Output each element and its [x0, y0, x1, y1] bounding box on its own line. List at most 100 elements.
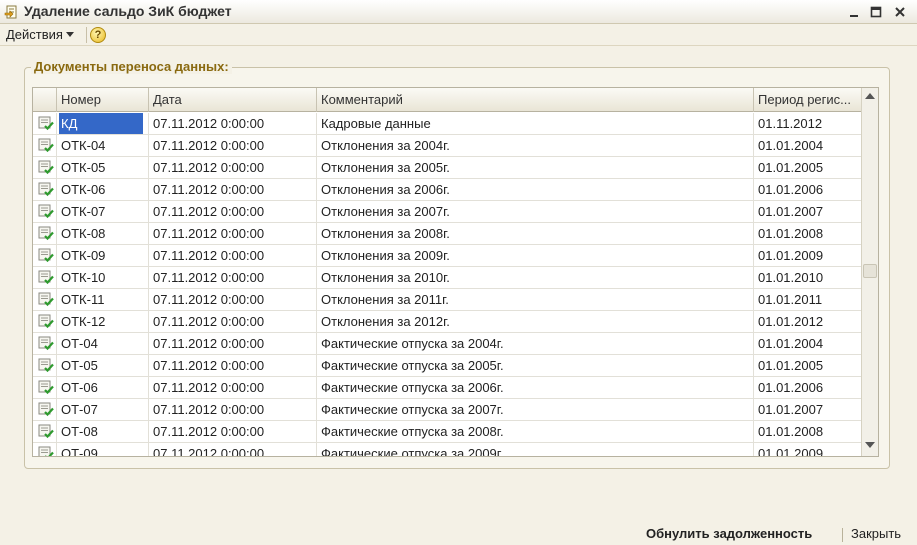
cell-comment-text: Фактические отпуска за 2004г. — [321, 336, 504, 351]
actions-menu-button[interactable]: Действия — [6, 27, 74, 42]
cell-comment-text: Фактические отпуска за 2009г. — [321, 446, 504, 457]
cell-period-text: 01.01.2004 — [758, 138, 824, 153]
cell-period: 01.01.2007 — [754, 399, 862, 420]
cell-period: 01.01.2010 — [754, 267, 862, 288]
close-window-button[interactable] — [892, 4, 908, 20]
document-posted-icon — [38, 226, 54, 241]
cell-comment: Отклонения за 2005г. — [317, 157, 754, 178]
cell-date-text: 07.11.2012 0:00:00 — [153, 358, 265, 373]
document-posted-icon — [38, 204, 54, 219]
chevron-down-icon — [65, 32, 74, 37]
cell-period-text: 01.01.2008 — [758, 226, 824, 241]
row-icon-cell — [33, 311, 57, 332]
cell-comment-text: Фактические отпуска за 2005г. — [321, 358, 504, 373]
cell-period-text: 01.01.2009 — [758, 248, 824, 263]
table-row[interactable]: ОТК-08 07.11.2012 0:00:00 Отклонения за 20… — [33, 223, 862, 245]
row-icon-cell — [33, 399, 57, 420]
header-period[interactable]: Период регис... — [754, 88, 862, 112]
table-row[interactable]: ОТ-05 07.11.2012 0:00:00 Фактические отпус… — [33, 355, 862, 377]
document-posted-icon — [38, 248, 54, 263]
cell-comment-text: Фактические отпуска за 2008г. — [321, 424, 504, 439]
cell-date: 07.11.2012 0:00:00 — [149, 245, 317, 266]
cell-number: ОТК-06 — [57, 179, 149, 200]
row-icon-cell — [33, 421, 57, 442]
minimize-button[interactable] — [846, 4, 862, 20]
cell-comment-text: Отклонения за 2012г. — [321, 314, 450, 329]
table-body: КД 07.11.2012 0:00:00 Кадровые данные 01.11… — [33, 113, 862, 457]
table-row[interactable]: ОТК-11 07.11.2012 0:00:00 Отклонения за 20… — [33, 289, 862, 311]
cell-date: 07.11.2012 0:00:00 — [149, 355, 317, 376]
row-icon-cell — [33, 443, 57, 456]
table-row[interactable]: ОТ-07 07.11.2012 0:00:00 Фактические отпус… — [33, 399, 862, 421]
scroll-up-icon[interactable] — [865, 93, 875, 99]
cell-period-text: 01.11.2012 — [758, 116, 823, 131]
cell-comment-text: Отклонения за 2007г. — [321, 204, 450, 219]
cell-number-text: ОТК-10 — [61, 270, 106, 285]
row-icon-cell — [33, 289, 57, 310]
cell-period-text: 01.01.2006 — [758, 182, 824, 197]
table-row[interactable]: ОТК-09 07.11.2012 0:00:00 Отклонения за 20… — [33, 245, 862, 267]
close-button[interactable]: Закрыть — [851, 526, 901, 541]
cell-period: 01.01.2004 — [754, 135, 862, 156]
cell-period-text: 01.01.2005 — [758, 160, 824, 175]
table-row[interactable]: ОТК-10 07.11.2012 0:00:00 Отклонения за 20… — [33, 267, 862, 289]
table-row[interactable]: ОТ-08 07.11.2012 0:00:00 Фактические отпус… — [33, 421, 862, 443]
document-posted-icon — [38, 138, 54, 153]
cell-period: 01.01.2005 — [754, 157, 862, 178]
table-row[interactable]: ОТК-06 07.11.2012 0:00:00 Отклонения за 20… — [33, 179, 862, 201]
table-header: Номер Дата Комментарий Период регис... — [33, 88, 862, 112]
table-row[interactable]: ОТК-12 07.11.2012 0:00:00 Отклонения за 20… — [33, 311, 862, 333]
cell-period-text: 01.01.2012 — [758, 314, 824, 329]
cell-comment-text: Фактические отпуска за 2006г. — [321, 380, 504, 395]
header-comment[interactable]: Комментарий — [317, 88, 754, 112]
document-posted-icon — [38, 182, 54, 197]
cell-number-text: ОТК-07 — [61, 204, 106, 219]
cell-date-text: 07.11.2012 0:00:00 — [153, 226, 265, 241]
table-row[interactable]: КД 07.11.2012 0:00:00 Кадровые данные 01.11… — [33, 113, 862, 135]
cell-comment-text: Кадровые данные — [321, 116, 431, 131]
reset-debt-button[interactable]: Обнулить задолженность — [646, 526, 812, 541]
cell-comment: Кадровые данные — [317, 113, 754, 134]
cell-number: ОТК-05 — [57, 157, 149, 178]
cell-date-text: 07.11.2012 0:00:00 — [153, 138, 265, 153]
header-date[interactable]: Дата — [149, 88, 317, 112]
cell-date: 07.11.2012 0:00:00 — [149, 223, 317, 244]
window-title: Удаление сальдо ЗиК бюджет — [24, 3, 232, 19]
table-row[interactable]: ОТ-06 07.11.2012 0:00:00 Фактические отпус… — [33, 377, 862, 399]
maximize-button[interactable] — [868, 4, 884, 20]
header-icon-column[interactable] — [33, 88, 57, 112]
cell-date-text: 07.11.2012 0:00:00 — [153, 424, 265, 439]
close-icon — [895, 7, 905, 17]
table-row[interactable]: ОТ-09 07.11.2012 0:00:00 Фактические отпус… — [33, 443, 862, 457]
documents-table[interactable]: Номер Дата Комментарий Период регис... К… — [32, 87, 879, 457]
help-icon: ? — [94, 29, 102, 41]
scroll-down-icon[interactable] — [865, 442, 875, 448]
document-posted-icon — [38, 160, 54, 175]
document-posted-icon — [38, 380, 54, 395]
cell-comment: Отклонения за 2012г. — [317, 311, 754, 332]
cell-period: 01.01.2007 — [754, 201, 862, 222]
table-row[interactable]: ОТК-07 07.11.2012 0:00:00 Отклонения за 20… — [33, 201, 862, 223]
cell-date: 07.11.2012 0:00:00 — [149, 179, 317, 200]
row-icon-cell — [33, 267, 57, 288]
row-icon-cell — [33, 201, 57, 222]
row-icon-cell — [33, 333, 57, 354]
cell-period: 01.01.2005 — [754, 355, 862, 376]
table-row[interactable]: ОТК-05 07.11.2012 0:00:00 Отклонения за 20… — [33, 157, 862, 179]
header-number[interactable]: Номер — [57, 88, 149, 112]
help-button[interactable]: ? — [90, 27, 106, 43]
table-row[interactable]: ОТ-04 07.11.2012 0:00:00 Фактические отпус… — [33, 333, 862, 355]
toolbar-separator — [86, 27, 87, 43]
table-row[interactable]: ОТК-04 07.11.2012 0:00:00 Отклонения за 20… — [33, 135, 862, 157]
cell-number: ОТК-08 — [57, 223, 149, 244]
scroll-thumb[interactable] — [863, 264, 877, 278]
cell-comment: Отклонения за 2010г. — [317, 267, 754, 288]
cell-date-text: 07.11.2012 0:00:00 — [153, 446, 265, 457]
vertical-scrollbar[interactable] — [861, 88, 878, 456]
cell-period-text: 01.01.2008 — [758, 424, 824, 439]
row-icon-cell — [33, 179, 57, 200]
cell-period: 01.11.2012 — [754, 113, 862, 134]
cell-date-text: 07.11.2012 0:00:00 — [153, 248, 265, 263]
minimize-icon — [850, 15, 858, 17]
cell-comment: Фактические отпуска за 2008г. — [317, 421, 754, 442]
